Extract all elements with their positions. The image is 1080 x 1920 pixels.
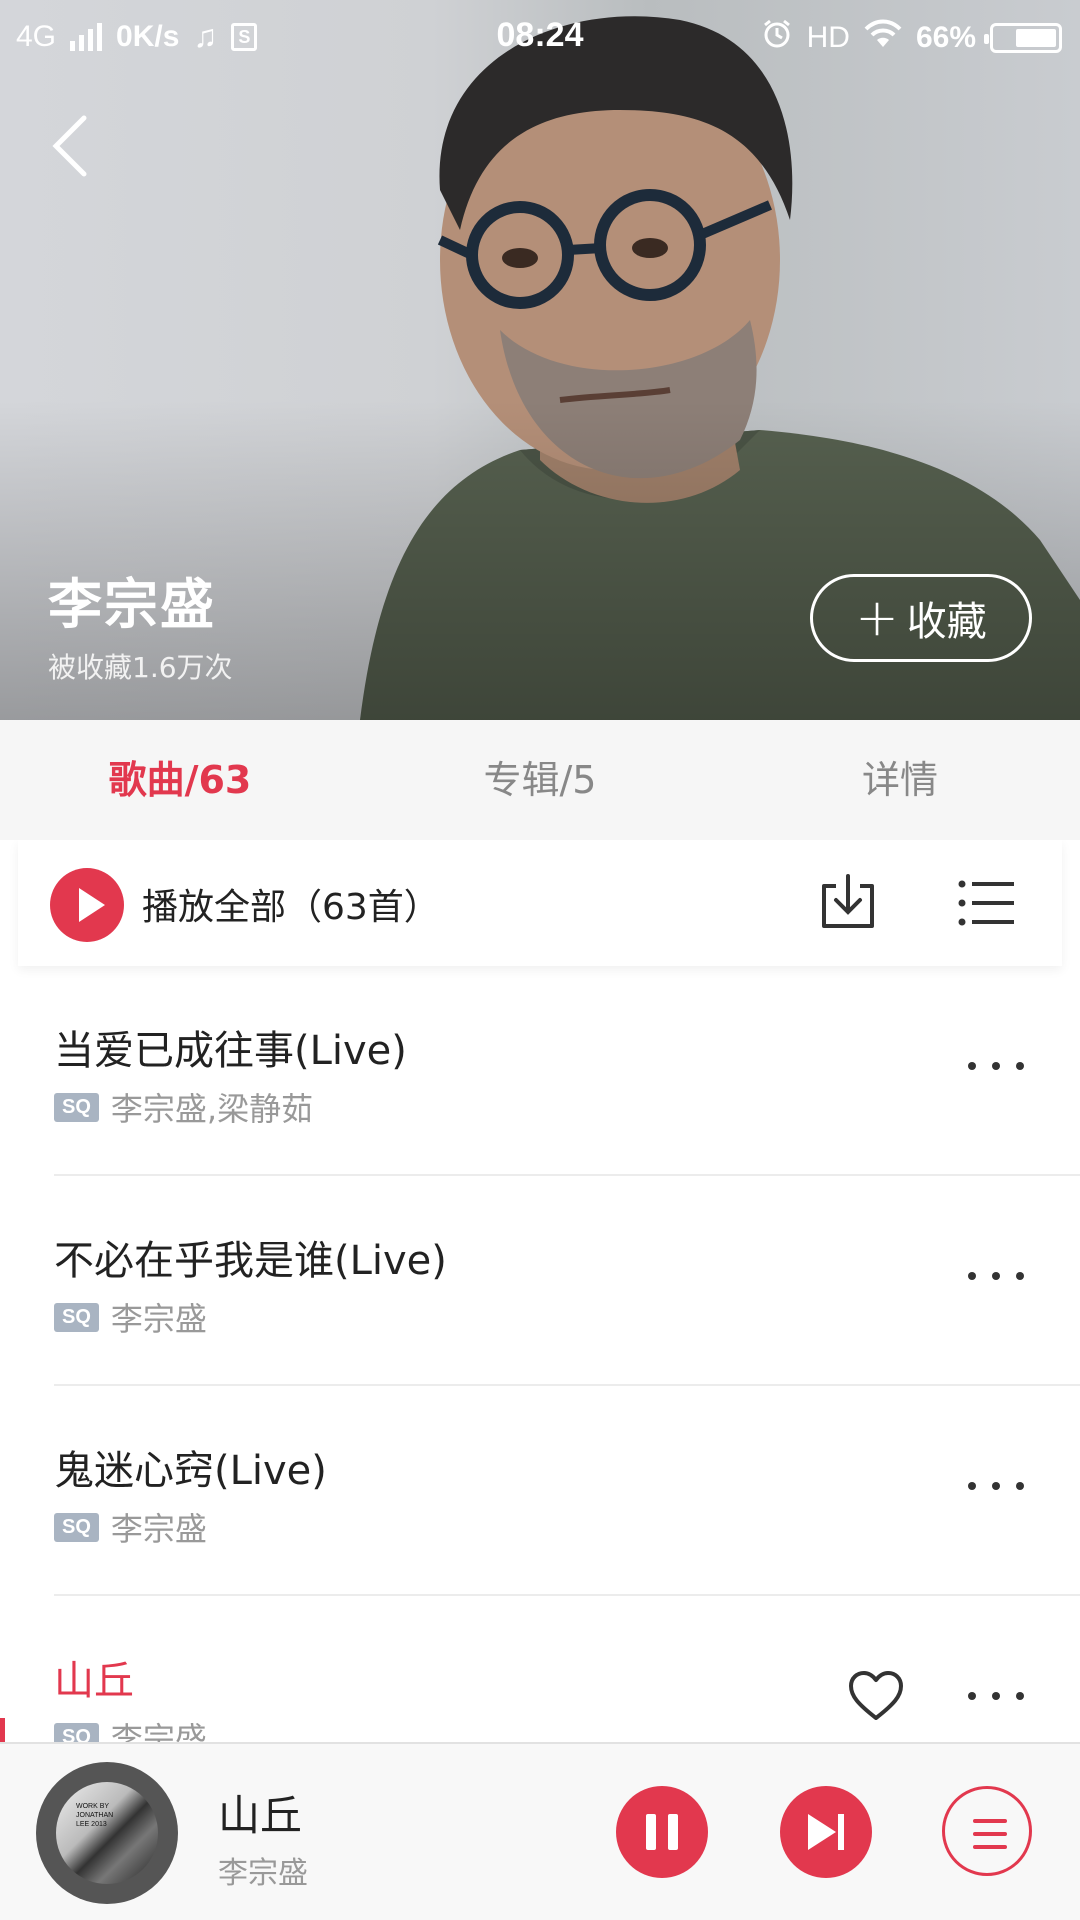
song-title: 山丘 [54,1658,134,1704]
wifi-icon [864,19,902,57]
hd-label: HD [806,21,850,54]
now-playing-indicator [0,1718,5,1742]
collect-button[interactable]: + 收藏 [810,574,1032,662]
next-button[interactable] [780,1786,872,1878]
sq-badge: SQ [54,1512,99,1542]
list-item[interactable]: 不必在乎我是谁(Live) SQ 李宗盛 [0,1176,1080,1386]
tab-albums[interactable]: 专辑/5 [360,720,720,840]
next-icon [808,1814,836,1850]
chevron-left-icon [52,115,87,177]
tab-details[interactable]: 详情 [720,720,1080,840]
list-item[interactable]: 鬼迷心窍(Live) SQ 李宗盛 [0,1386,1080,1596]
battery-percent: 66% [915,21,976,54]
heart-icon[interactable] [848,1670,904,1722]
song-meta: SQ 李宗盛 [54,1294,207,1340]
song-title: 当爱已成往事(Live) [54,1028,407,1074]
song-title: 鬼迷心窍(Live) [54,1448,327,1494]
mini-player[interactable]: WORK BY JONATHAN LEE 2013 山丘 李宗盛 [0,1742,1080,1920]
favorite-count: 被收藏1.6万次 [48,651,233,684]
song-list: 播放全部（63首） 当爱已成往事(Live) SQ 李宗盛,梁静茹 不必在乎我是… [0,840,1080,1742]
sq-badge: SQ [54,1092,99,1122]
status-right: HD 66% [761,18,1062,58]
song-artist: 李宗盛,梁静茹 [110,1090,314,1128]
pause-button[interactable] [616,1786,708,1878]
sq-badge: SQ [54,1302,99,1332]
play-all-icon[interactable] [50,868,124,942]
song-meta: SQ 李宗盛,梁静茹 [54,1084,313,1130]
plus-icon: + [855,588,899,648]
collect-label: 收藏 [906,599,987,645]
now-playing-title: 山丘 [218,1791,303,1840]
song-meta: SQ 李宗盛 [54,1504,207,1550]
tab-songs[interactable]: 歌曲/63 [0,720,360,840]
more-icon[interactable] [968,1482,1024,1498]
multi-select-icon[interactable] [958,878,1014,928]
song-artist: 李宗盛 [110,1300,207,1338]
artist-name: 李宗盛 [48,573,216,636]
status-bar: 4G 0K/s ♫ S 08:24 HD 66% [0,0,1080,74]
album-art[interactable]: WORK BY JONATHAN LEE 2013 [36,1762,178,1904]
play-all-row[interactable]: 播放全部（63首） [18,840,1062,966]
album-cover-text: WORK BY JONATHAN LEE 2013 [76,1803,114,1828]
song-artist: 李宗盛 [110,1720,207,1742]
album-cover [56,1782,158,1884]
play-all-label[interactable]: 播放全部（63首） [142,878,440,930]
tab-bar: 歌曲/63 专辑/5 详情 [0,720,1080,840]
back-button[interactable] [40,110,100,182]
more-icon[interactable] [968,1692,1024,1708]
battery-icon [984,23,1062,53]
download-icon[interactable] [818,874,878,930]
more-icon[interactable] [968,1272,1024,1288]
song-meta: SQ 李宗盛 [54,1714,207,1742]
list-item-playing[interactable]: 山丘 SQ 李宗盛 [0,1596,1080,1742]
playlist-queue-button[interactable] [942,1786,1032,1876]
now-playing-artist: 李宗盛 [218,1856,308,1891]
list-item[interactable]: 当爱已成往事(Live) SQ 李宗盛,梁静茹 [0,966,1080,1176]
song-artist: 李宗盛 [110,1510,207,1548]
alarm-icon [761,18,793,58]
more-icon[interactable] [968,1062,1024,1078]
sq-badge: SQ [54,1722,99,1742]
song-title: 不必在乎我是谁(Live) [54,1238,447,1284]
